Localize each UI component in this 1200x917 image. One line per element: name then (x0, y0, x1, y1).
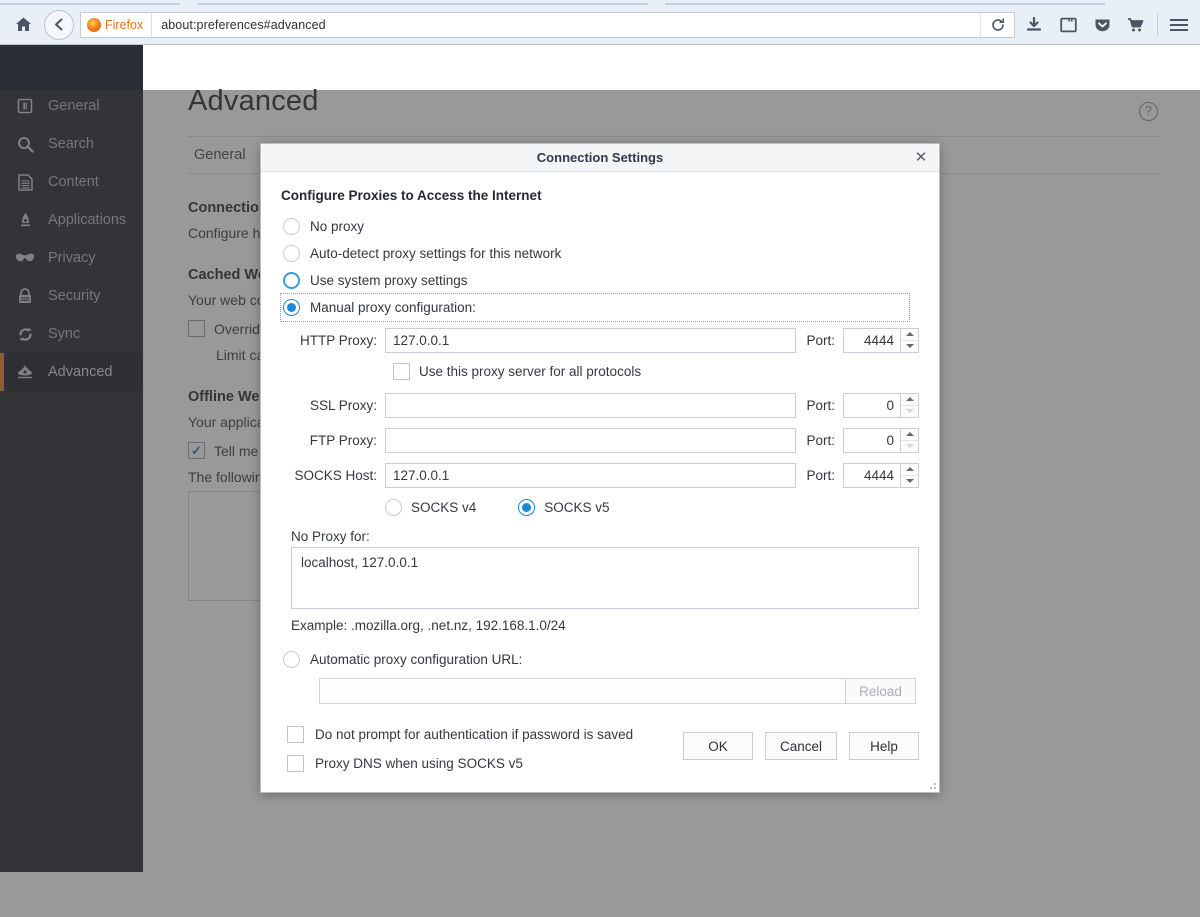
spinner-down-icon[interactable] (901, 476, 918, 488)
http-proxy-row: HTTP Proxy: 127.0.0.1 Port: 4444 (281, 325, 919, 356)
ftp-port-input[interactable]: 0 (843, 428, 900, 453)
radio-button (283, 299, 300, 316)
spinner[interactable] (900, 428, 919, 453)
socks-host-row: SOCKS Host: 127.0.0.1 Port: 4444 (281, 460, 919, 491)
http-port-input[interactable]: 4444 (843, 328, 900, 353)
no-proxy-label: No Proxy for: (291, 529, 919, 544)
radio-manual-proxy[interactable]: Manual proxy configuration: (281, 294, 909, 321)
http-proxy-input[interactable]: 127.0.0.1 (385, 328, 796, 353)
dialog-body: Configure Proxies to Access the Internet… (261, 172, 939, 778)
menu-icon[interactable] (1162, 10, 1196, 40)
pocket-icon[interactable] (1085, 10, 1119, 40)
radio-label: Manual proxy configuration: (310, 300, 476, 315)
dialog-button-row: OK Cancel Help (683, 732, 919, 760)
pac-url-input[interactable] (319, 678, 846, 704)
radio-button (283, 218, 300, 235)
close-icon[interactable]: ✕ (911, 147, 931, 167)
ssl-proxy-label: SSL Proxy: (281, 398, 385, 413)
http-port-label: Port: (796, 333, 843, 348)
resize-grip[interactable] (926, 779, 936, 789)
dialog-heading: Configure Proxies to Access the Internet (281, 188, 919, 203)
ssl-port-stepper[interactable]: 0 (843, 393, 919, 418)
firefox-logo-icon (87, 18, 101, 32)
spinner-down-icon[interactable] (901, 341, 918, 353)
navigation-toolbar: Firefox about:preferences#advanced (0, 5, 1200, 44)
radio-socks-v5-label: SOCKS v5 (544, 500, 609, 515)
socks-host-input[interactable]: 127.0.0.1 (385, 463, 796, 488)
radio-socks-v5-button[interactable] (518, 499, 535, 516)
identity-label: Firefox (105, 18, 143, 32)
radio-socks-v4-label: SOCKS v4 (411, 500, 476, 515)
dialog-titlebar: Connection Settings ✕ (261, 144, 939, 172)
radio-button (283, 272, 300, 289)
ok-button[interactable]: OK (683, 732, 753, 760)
spinner[interactable] (900, 328, 919, 353)
radio-socks-v4-button[interactable] (385, 499, 402, 516)
home-icon[interactable] (6, 10, 40, 40)
socks-port-input[interactable]: 4444 (843, 463, 900, 488)
help-button[interactable]: Help (849, 732, 919, 760)
pac-reload-button[interactable]: Reload (846, 678, 916, 704)
checkbox-label: Do not prompt for authentication if pass… (315, 727, 633, 742)
radio-button (283, 245, 300, 262)
spinner-up-icon[interactable] (901, 429, 918, 441)
all-protocols-checkbox[interactable]: Use this proxy server for all protocols (281, 356, 919, 386)
reload-icon[interactable] (980, 13, 1014, 37)
socks-port-stepper[interactable]: 4444 (843, 463, 919, 488)
radio-label: Auto-detect proxy settings for this netw… (310, 246, 561, 261)
ftp-port-stepper[interactable]: 0 (843, 428, 919, 453)
spinner-down-icon (901, 406, 918, 418)
radio-no-proxy[interactable]: No proxy (281, 213, 919, 240)
checkbox-label: Use this proxy server for all protocols (419, 364, 641, 379)
no-proxy-textarea[interactable]: localhost, 127.0.0.1 (291, 547, 919, 609)
radio-system-proxy[interactable]: Use system proxy settings (281, 267, 919, 294)
http-port-stepper[interactable]: 4444 (843, 328, 919, 353)
spinner[interactable] (900, 463, 919, 488)
connection-settings-dialog: Connection Settings ✕ Configure Proxies … (260, 143, 940, 793)
back-arrow-icon[interactable] (44, 10, 74, 40)
spinner-up-icon[interactable] (901, 329, 918, 341)
ssl-proxy-row: SSL Proxy: Port: 0 (281, 390, 919, 421)
radio-label: No proxy (310, 219, 364, 234)
toolbar-divider (1157, 14, 1158, 36)
ssl-proxy-input[interactable] (385, 393, 796, 418)
ftp-proxy-label: FTP Proxy: (281, 433, 385, 448)
socks-port-label: Port: (796, 468, 843, 483)
socks-version-group: SOCKS v4 SOCKS v5 (281, 491, 919, 523)
identity-box[interactable]: Firefox (81, 13, 152, 37)
radio-automatic-pac[interactable]: Automatic proxy configuration URL: (281, 646, 919, 673)
ftp-port-label: Port: (796, 433, 843, 448)
browser-chrome: Firefox about:preferences#advanced (0, 0, 1200, 45)
url-bar[interactable]: Firefox about:preferences#advanced (80, 12, 1015, 38)
cancel-button[interactable]: Cancel (765, 732, 837, 760)
cart-icon[interactable] (1119, 10, 1153, 40)
sidebar-icon[interactable] (1051, 10, 1085, 40)
radio-auto-detect[interactable]: Auto-detect proxy settings for this netw… (281, 240, 919, 267)
checkbox-box (287, 755, 304, 772)
radio-button (283, 651, 300, 668)
spinner-up-icon[interactable] (901, 394, 918, 406)
ftp-proxy-input[interactable] (385, 428, 796, 453)
ssl-port-label: Port: (796, 398, 843, 413)
radio-label: Use system proxy settings (310, 273, 468, 288)
radio-label: Automatic proxy configuration URL: (310, 652, 522, 667)
spinner-down-icon (901, 441, 918, 453)
ftp-proxy-row: FTP Proxy: Port: 0 (281, 425, 919, 456)
checkbox-box (287, 726, 304, 743)
checkbox-label: Proxy DNS when using SOCKS v5 (315, 756, 523, 771)
ssl-port-input[interactable]: 0 (843, 393, 900, 418)
no-proxy-example: Example: .mozilla.org, .net.nz, 192.168.… (291, 618, 919, 633)
dialog-title: Connection Settings (537, 150, 663, 165)
http-proxy-label: HTTP Proxy: (281, 333, 385, 348)
checkbox-box (393, 363, 410, 380)
pac-url-row: Reload (319, 678, 916, 704)
url-text[interactable]: about:preferences#advanced (152, 18, 326, 32)
downloads-icon[interactable] (1017, 10, 1051, 40)
socks-host-label: SOCKS Host: (281, 468, 385, 483)
spinner-up-icon[interactable] (901, 464, 918, 476)
spinner[interactable] (900, 393, 919, 418)
